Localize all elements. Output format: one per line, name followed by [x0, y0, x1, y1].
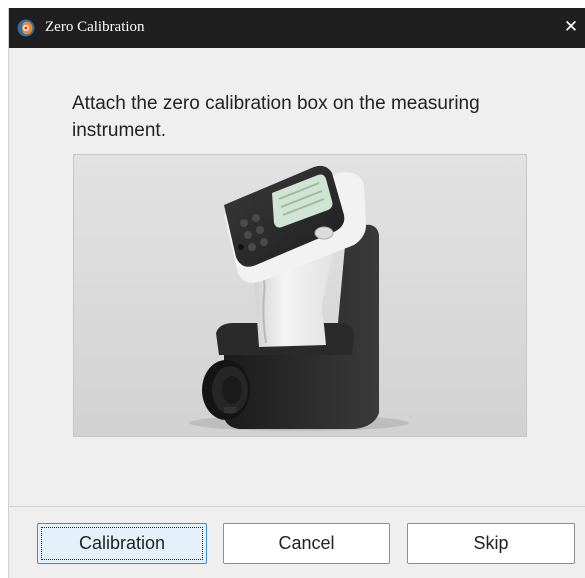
button-bar-divider: [9, 506, 585, 507]
dialog-title: Zero Calibration: [45, 19, 145, 35]
instruction-text: Attach the zero calibration box on the m…: [72, 93, 480, 141]
skip-button-label: Skip: [473, 533, 509, 553]
calibration-button[interactable]: Calibration: [37, 523, 207, 564]
cancel-button[interactable]: Cancel: [223, 523, 390, 564]
instrument-illustration: [73, 154, 527, 437]
zero-calibration-dialog: Zero Calibration ✕ Attach the zero calib…: [8, 8, 585, 578]
focus-indicator: [41, 527, 203, 560]
colorimeter-image: [74, 155, 526, 436]
title-bar[interactable]: Zero Calibration ✕: [9, 8, 585, 48]
close-icon[interactable]: ✕: [562, 16, 580, 38]
skip-button[interactable]: Skip: [407, 523, 575, 564]
cancel-button-label: Cancel: [278, 533, 335, 553]
app-logo-icon: [17, 19, 35, 37]
